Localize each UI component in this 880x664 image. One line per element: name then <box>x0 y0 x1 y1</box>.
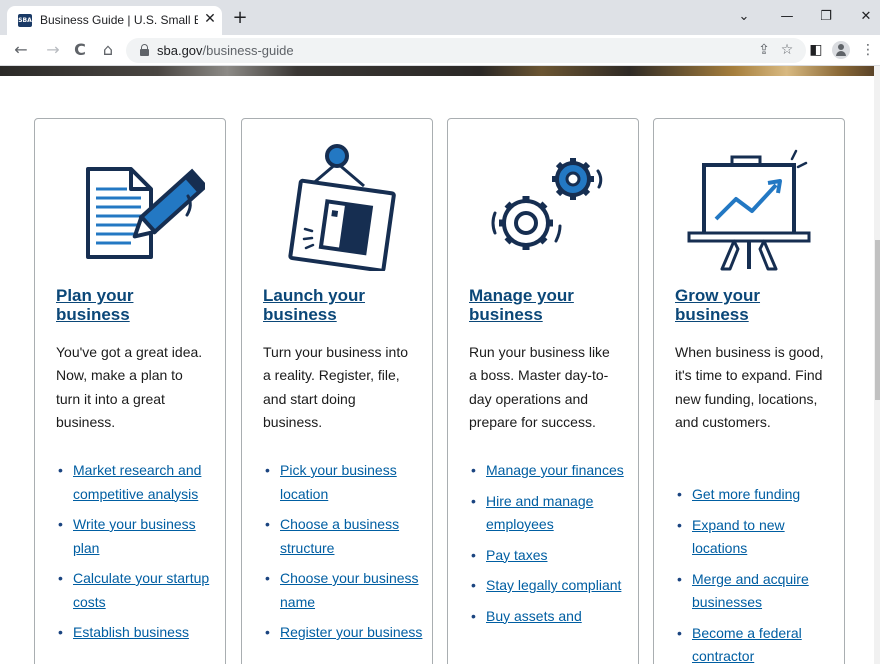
tab-close-icon[interactable]: ✕ <box>202 11 218 27</box>
browser-tab-bar: SBA Business Guide | U.S. Small Busin ✕ … <box>0 0 880 35</box>
card-title-grow[interactable]: Grow your business <box>675 286 825 324</box>
card-title-launch[interactable]: Launch your business <box>263 286 413 324</box>
new-tab-button[interactable]: + <box>230 8 250 28</box>
list-item: Pick your business location <box>263 459 423 506</box>
link-get-funding[interactable]: Get more funding <box>692 486 800 502</box>
hanging-sign-icon <box>288 144 396 271</box>
list-item: Merge and acquire businesses <box>675 568 835 615</box>
link-market-research[interactable]: Market research and competitive analysis <box>73 462 201 502</box>
document-pencil-icon <box>86 167 205 259</box>
link-merge-acquire[interactable]: Merge and acquire businesses <box>692 571 809 611</box>
bookmark-star-icon[interactable]: ☆ <box>776 39 798 61</box>
list-item: Market research and competitive analysis <box>56 459 216 506</box>
browser-toolbar: ← → C ⌂ sba.gov/business-guide ⇪ ☆ ◧ ⋮ <box>0 35 880 66</box>
list-item: Hire and manage employees <box>469 490 629 537</box>
list-item: Register your business <box>263 621 423 645</box>
share-icon[interactable]: ⇪ <box>753 39 775 61</box>
address-bar[interactable]: sba.gov/business-guide <box>126 38 806 63</box>
profile-avatar[interactable] <box>832 41 850 59</box>
gears-icon <box>491 158 603 250</box>
list-item: Pay taxes <box>469 544 629 568</box>
link-write-business-plan[interactable]: Write your business plan <box>73 516 196 556</box>
back-button[interactable]: ← <box>10 39 32 61</box>
link-pick-location[interactable]: Pick your business location <box>280 462 397 502</box>
list-item: Calculate your startup costs <box>56 567 216 614</box>
card-description-manage: Run your business like a boss. Master da… <box>469 344 610 430</box>
hero-image <box>0 66 874 76</box>
home-button[interactable]: ⌂ <box>97 39 119 61</box>
link-list-manage: Manage your finances Hire and manage emp… <box>469 459 629 635</box>
side-panel-icon[interactable]: ◧ <box>805 39 827 61</box>
forward-button[interactable]: → <box>42 39 64 61</box>
url-path: /business-guide <box>202 43 294 58</box>
window-close-button[interactable]: ✕ <box>852 6 880 28</box>
lock-icon[interactable] <box>140 44 149 56</box>
card-launch: Launch your business Turn your business … <box>241 118 433 664</box>
browser-menu-icon[interactable]: ⋮ <box>857 39 879 61</box>
minimize-button[interactable]: — <box>773 6 801 28</box>
list-item: Choose your business name <box>263 567 423 614</box>
link-hire-employees[interactable]: Hire and manage employees <box>486 493 593 533</box>
growth-chart-easel-icon <box>687 149 811 271</box>
list-item: Get more funding <box>675 483 835 507</box>
link-stay-compliant[interactable]: Stay legally compliant <box>486 577 621 593</box>
tab-title: Business Guide | U.S. Small Busin <box>40 13 198 27</box>
list-item: Write your business plan <box>56 513 216 560</box>
card-description-plan: You've got a great idea. Now, make a pla… <box>56 344 203 430</box>
list-item: Manage your finances <box>469 459 629 483</box>
card-title-plan[interactable]: Plan your business <box>56 286 206 324</box>
card-grow: Grow your business When business is good… <box>653 118 845 664</box>
browser-tab[interactable]: SBA Business Guide | U.S. Small Busin ✕ <box>7 6 222 35</box>
link-manage-finances[interactable]: Manage your finances <box>486 462 624 478</box>
card-description-grow: When business is good, it's time to expa… <box>675 344 824 430</box>
list-item: Choose a business structure <box>263 513 423 560</box>
card-title-manage[interactable]: Manage your business <box>469 286 619 324</box>
link-establish-business[interactable]: Establish business <box>73 624 189 640</box>
link-expand-locations[interactable]: Expand to new locations <box>692 517 785 557</box>
url-text[interactable]: sba.gov/business-guide <box>157 43 294 58</box>
scrollbar-thumb[interactable] <box>875 240 880 400</box>
link-buy-assets[interactable]: Buy assets and <box>486 608 582 624</box>
list-item: Stay legally compliant <box>469 574 629 598</box>
link-list-launch: Pick your business location Choose a bus… <box>263 459 423 652</box>
restore-button[interactable]: ❐ <box>812 6 840 28</box>
list-item: Become a federal contractor <box>675 622 835 664</box>
link-choose-structure[interactable]: Choose a business structure <box>280 516 399 556</box>
tab-search-button[interactable]: ⌄ <box>730 6 758 28</box>
link-list-grow: Get more funding Expand to new locations… <box>675 483 835 664</box>
link-calculate-startup-costs[interactable]: Calculate your startup costs <box>73 570 209 610</box>
reload-button[interactable]: C <box>69 39 91 61</box>
list-item: Establish business <box>56 621 216 645</box>
url-host: sba.gov <box>157 43 203 58</box>
card-plan: Plan your business You've got a great id… <box>34 118 226 664</box>
link-pay-taxes[interactable]: Pay taxes <box>486 547 547 563</box>
card-manage: Manage your business Run your business l… <box>447 118 639 664</box>
link-list-plan: Market research and competitive analysis… <box>56 459 216 652</box>
card-description-launch: Turn your business into a reality. Regis… <box>263 344 408 430</box>
link-federal-contractor[interactable]: Become a federal contractor <box>692 625 802 664</box>
list-item: Buy assets and <box>469 605 629 629</box>
sba-favicon-icon: SBA <box>18 14 32 27</box>
link-register-business[interactable]: Register your business <box>280 624 422 640</box>
list-item: Expand to new locations <box>675 514 835 561</box>
link-choose-name[interactable]: Choose your business name <box>280 570 419 610</box>
